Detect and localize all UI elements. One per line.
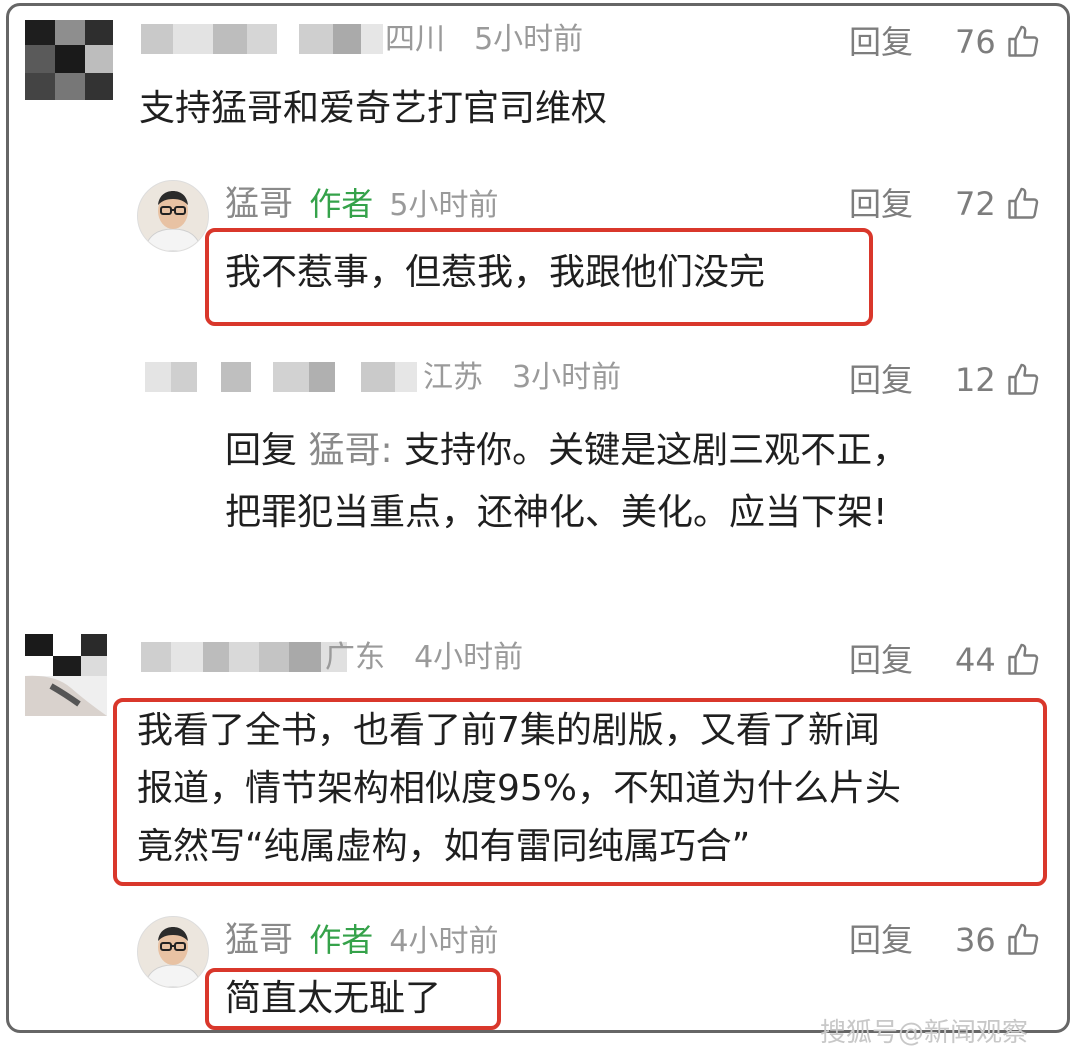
author-badge: 作者 [309,185,374,223]
username[interactable]: 猛哥 [225,920,293,960]
author-avatar[interactable] [137,180,209,252]
reply-line: 把罪犯当重点，还神化、美化。应当下架! [225,492,888,533]
reply-header: 猛哥 作者 4小时前 [225,918,498,962]
blurred-username[interactable] [145,362,417,392]
comment-screenshot-frame: 四川 5小时前 回复 76 支持猛哥和爱奇艺打官司维权 猛哥 作者 5小时前 回… [6,3,1070,1033]
reply-text: 我不惹事，但惹我，我跟他们没完 [225,252,766,293]
location: 四川 [385,22,445,57]
author-badge: 作者 [309,921,374,959]
reply-to-username[interactable]: 猛哥: [308,430,392,471]
reply-meta: 江苏 3小时前 [423,358,621,398]
location: 广东 [325,640,385,675]
timestamp: 5小时前 [389,188,499,223]
location: 江苏 [423,360,483,395]
like-count: 44 [955,641,996,679]
thumbs-up-icon[interactable] [1005,642,1041,678]
timestamp: 4小时前 [414,640,524,675]
blurred-username[interactable] [141,642,347,672]
author-avatar[interactable] [137,916,209,988]
watermark: 搜狐号@新闻观察 [820,1018,1029,1048]
comment-line: 我看了全书，也看了前7集的剧版，又看了新闻 [137,710,880,751]
comment-meta: 四川 5小时前 [385,20,583,60]
username[interactable]: 猛哥 [225,184,293,224]
commenter-avatar[interactable] [25,20,113,100]
reply-text-line: 回复 猛哥: 支持你。关键是这剧三观不正， [225,420,908,482]
reply-button[interactable]: 回复 [849,184,913,224]
like-count: 36 [955,921,996,959]
reply-prefix: 回复 [225,430,298,471]
timestamp: 4小时前 [389,924,499,959]
reply-button[interactable]: 回复 [849,640,913,680]
reply-line: 支持你。关键是这剧三观不正， [404,430,909,471]
comment-line: 报道，情节架构相似度95%，不知道为什么片头 [137,768,902,809]
comment-text: 支持猛哥和爱奇艺打官司维权 [139,88,608,129]
reply-button[interactable]: 回复 [849,22,913,62]
reply-text: 简直太无耻了 [225,978,442,1019]
reply-header: 猛哥 作者 5小时前 [225,182,498,226]
timestamp: 3小时前 [512,360,622,395]
like-count: 72 [955,185,996,223]
reply-button[interactable]: 回复 [849,920,913,960]
like-count: 76 [955,23,996,61]
reply-button[interactable]: 回复 [849,360,913,400]
thumbs-up-icon[interactable] [1005,24,1041,60]
thumbs-up-icon[interactable] [1005,922,1041,958]
comment-meta: 广东 4小时前 [325,638,523,678]
timestamp: 5小时前 [474,22,584,57]
thumbs-up-icon[interactable] [1005,186,1041,222]
like-count: 12 [955,361,996,399]
commenter-avatar[interactable] [25,634,107,716]
blurred-username[interactable] [141,24,383,54]
thumbs-up-icon[interactable] [1005,362,1041,398]
comment-line: 竟然写“纯属虚构，如有雷同纯属巧合” [137,826,751,867]
